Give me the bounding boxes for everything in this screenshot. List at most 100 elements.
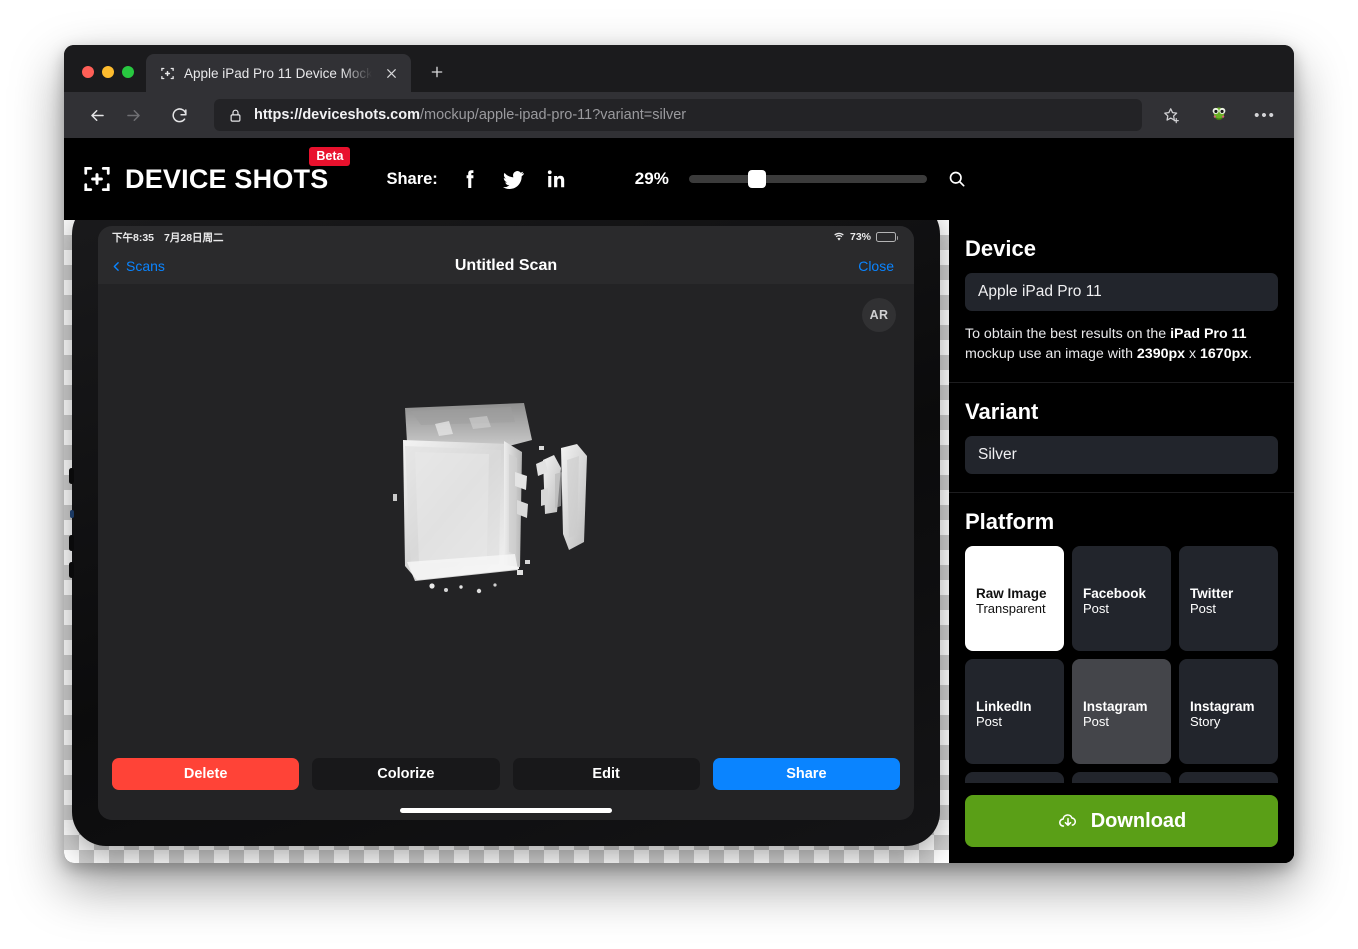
window-traffic-lights (64, 66, 146, 92)
mockup-canvas-stage[interactable]: 下午8:35 7月28日周二 73% Scans Untitled Scan C… (64, 220, 949, 863)
platform-card-name: LinkedIn (976, 698, 1032, 714)
zoom-slider[interactable] (688, 170, 927, 188)
ios-back-button[interactable]: Scans (110, 258, 165, 274)
frog-extension-icon[interactable] (1204, 100, 1234, 130)
platform-section: Platform Raw Image Transparent Facebook Pos… (949, 493, 1294, 863)
more-options-button[interactable]: ••• (1250, 100, 1280, 130)
status-time: 下午8:35 (112, 231, 155, 244)
platform-card-instagram-story[interactable]: Instagram Story (1179, 659, 1278, 765)
device-select[interactable]: Apple iPad Pro 11 (965, 273, 1278, 311)
hint-device: iPad Pro 11 (1170, 326, 1247, 342)
platform-card-kind: Story (1190, 714, 1221, 730)
platform-card-kind: Post (1083, 601, 1110, 617)
browser-window: Apple iPad Pro 11 Device Mock https://de… (64, 45, 1294, 863)
platform-card-facebook-post[interactable]: Facebook Post (1072, 546, 1171, 652)
ios-nav-title: Untitled Scan (454, 257, 558, 274)
zoom-value: 29% (634, 169, 669, 188)
ios-home-indicator (400, 808, 612, 813)
window-maximize-button[interactable] (122, 66, 134, 78)
share-label: Share: (386, 169, 438, 188)
platform-card-raw-image-transparent[interactable]: Raw Image Transparent (965, 546, 1064, 652)
platform-card-name: Raw Image (976, 585, 1047, 601)
scan-canvas[interactable]: AR (98, 284, 914, 752)
platform-card-kind: Post (1083, 714, 1110, 730)
linkedin-icon[interactable] (545, 167, 569, 191)
facebook-icon[interactable] (458, 167, 482, 191)
hint-suffix: . (1248, 346, 1253, 363)
logo-crop-frame-plus-icon (82, 164, 112, 194)
ios-close-button[interactable]: Close (858, 258, 894, 274)
hint-height: 1670px (1200, 346, 1249, 363)
platform-card-name: Twitter (1190, 585, 1234, 601)
window-close-button[interactable] (82, 66, 94, 78)
scan-delete-button[interactable]: Delete (112, 758, 300, 790)
platform-card-twitter-post[interactable]: Twitter Post (1179, 546, 1278, 652)
site-header: DEVICE SHOTS Beta Share: 29% (64, 138, 1294, 220)
hint-width: 2390px (1136, 346, 1186, 363)
tab-close-icon[interactable] (381, 63, 401, 83)
platform-card-kind: Post (1190, 601, 1217, 617)
scan-colorize-button[interactable]: Colorize (312, 758, 500, 790)
window-minimize-button[interactable] (102, 66, 114, 78)
ar-mode-button[interactable]: AR (862, 298, 896, 332)
ios-nav-bar: Scans Untitled Scan Close (98, 248, 914, 284)
twitter-icon[interactable] (501, 167, 526, 192)
battery-icon (876, 232, 898, 242)
reload-button[interactable] (164, 100, 194, 130)
zoom-control-group: 29% (635, 169, 967, 189)
platform-card-kind: Transparent (976, 601, 1046, 617)
download-label: Download (1090, 809, 1187, 832)
back-button[interactable] (82, 100, 112, 130)
share-group: Share: (386, 167, 568, 192)
platform-card-name: Instagram (1190, 698, 1255, 714)
status-date: 7月28日周二 (164, 231, 224, 244)
cloud-download-icon (1057, 810, 1079, 832)
ipad-volume-down-button (69, 562, 74, 578)
platform-card-instagram-post[interactable]: Instagram Post (1072, 659, 1171, 765)
bookmark-star-plus-icon[interactable] (1156, 100, 1186, 130)
tab-title: Apple iPad Pro 11 Device Mock (184, 65, 372, 81)
browser-tab-strip: Apple iPad Pro 11 Device Mock (64, 45, 1294, 92)
browser-tab[interactable]: Apple iPad Pro 11 Device Mock (146, 54, 411, 92)
url-path: /mockup/apple-ipad-pro-11?variant=silver (420, 107, 687, 123)
beta-badge: Beta (309, 146, 351, 166)
variant-select-value: Silver (978, 446, 1017, 464)
url-scheme: https:// (254, 107, 303, 123)
brand-logo[interactable]: DEVICE SHOTS Beta (82, 146, 351, 195)
ipad-volume-up-button (69, 535, 74, 551)
browser-toolbar: https://deviceshots.com/mockup/apple-ipa… (64, 92, 1294, 138)
device-hint-text: To obtain the best results on the iPad P… (965, 324, 1278, 364)
device-select-value: Apple iPad Pro 11 (978, 283, 1102, 300)
scan-edit-button[interactable]: Edit (512, 758, 700, 790)
device-section: Device Apple iPad Pro 11 To obtain the b… (949, 220, 1294, 384)
hint-middle: mockup use an image with (965, 346, 1137, 363)
scan-3d-mesh (393, 403, 587, 594)
new-tab-button[interactable] (422, 57, 452, 87)
ios-status-bar: 下午8:35 7月28日周二 73% (98, 226, 914, 248)
url-bar[interactable]: https://deviceshots.com/mockup/apple-ipa… (214, 99, 1142, 131)
chevron-left-icon (110, 260, 123, 273)
ios-status-left: 下午8:35 7月28日周二 (112, 230, 224, 245)
search-icon[interactable] (947, 169, 967, 189)
platform-card-name: Instagram (1083, 698, 1148, 714)
page-body: 下午8:35 7月28日周二 73% Scans Untitled Scan C… (64, 220, 1294, 863)
ipad-power-button (69, 468, 74, 484)
platform-card-kind: Post (976, 714, 1003, 730)
ipad-screen: 下午8:35 7月28日周二 73% Scans Untitled Scan C… (98, 226, 914, 820)
platform-card-name: Facebook (1083, 585, 1147, 601)
scan-share-button[interactable]: Share (712, 758, 900, 790)
ipad-camera-dot (70, 510, 74, 518)
ipad-device-frame: 下午8:35 7月28日周二 73% Scans Untitled Scan C… (69, 220, 940, 846)
wifi-icon (833, 231, 845, 243)
forward-button[interactable] (118, 100, 148, 130)
url-text: https://deviceshots.com/mockup/apple-ipa… (254, 107, 1130, 123)
variant-select[interactable]: Silver (965, 436, 1278, 475)
battery-percent: 73% (849, 231, 871, 243)
hint-x: x (1185, 346, 1201, 363)
platform-section-title: Platform (965, 509, 1055, 535)
zoom-slider-thumb[interactable] (748, 170, 767, 188)
download-button[interactable]: Download (965, 795, 1278, 847)
url-domain: deviceshots.com (302, 107, 420, 123)
platform-card-linkedin-post[interactable]: LinkedIn Post (965, 659, 1064, 765)
device-section-title: Device (965, 236, 1036, 261)
